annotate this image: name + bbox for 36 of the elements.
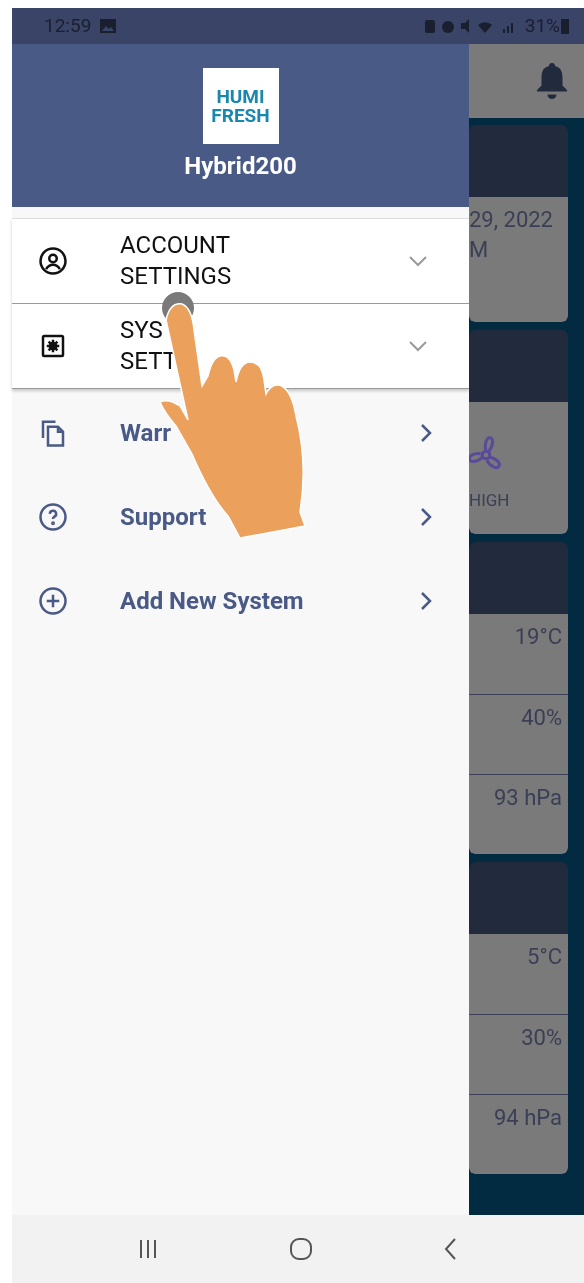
menu-item[interactable]: ACCOUNT SETTINGS [12, 219, 469, 304]
menu-label: SETTINGS [120, 261, 232, 292]
battery-icon [560, 17, 570, 35]
recent-apps-icon[interactable] [137, 1238, 159, 1260]
chevron-right-icon [419, 506, 433, 528]
reading-value: 93 hPa [493, 784, 562, 812]
bell-icon [534, 60, 570, 102]
home-icon[interactable] [289, 1237, 313, 1261]
logo-text: FRESH [211, 106, 270, 125]
reading-value: 40% [521, 704, 562, 732]
device-name: Hybrid200 [184, 151, 297, 182]
back-icon[interactable] [443, 1237, 459, 1261]
menu-item[interactable]: Support [12, 475, 469, 559]
chevron-right-icon [419, 422, 433, 444]
help-icon [38, 502, 68, 532]
date-text: 29, 2022 [469, 206, 554, 234]
menu-item[interactable]: SYS SETT [12, 304, 469, 389]
reading-value: 5°C [527, 943, 562, 971]
fan-speed-label: HIGH [469, 489, 510, 512]
reading-value: 94 hPa [493, 1104, 562, 1132]
menu-label: Add New System [120, 586, 304, 617]
chevron-right-icon [419, 590, 433, 612]
menu-label: SETT [120, 346, 177, 377]
logo-text: HUMI [216, 87, 265, 106]
date-text: M [469, 236, 490, 264]
menu-label: Support [120, 502, 207, 533]
reading-value: 30% [521, 1024, 562, 1052]
menu-label: SYS [120, 315, 163, 346]
image-icon [99, 18, 118, 34]
menu-item[interactable]: Add New System [12, 559, 469, 643]
reading-value: 19°C [514, 623, 562, 651]
user-icon [38, 246, 68, 276]
menu-label: Warr [120, 418, 172, 449]
menu-label: ACCOUNT [120, 230, 230, 261]
add-icon [38, 586, 68, 616]
menu-item[interactable]: Warr [12, 391, 469, 475]
